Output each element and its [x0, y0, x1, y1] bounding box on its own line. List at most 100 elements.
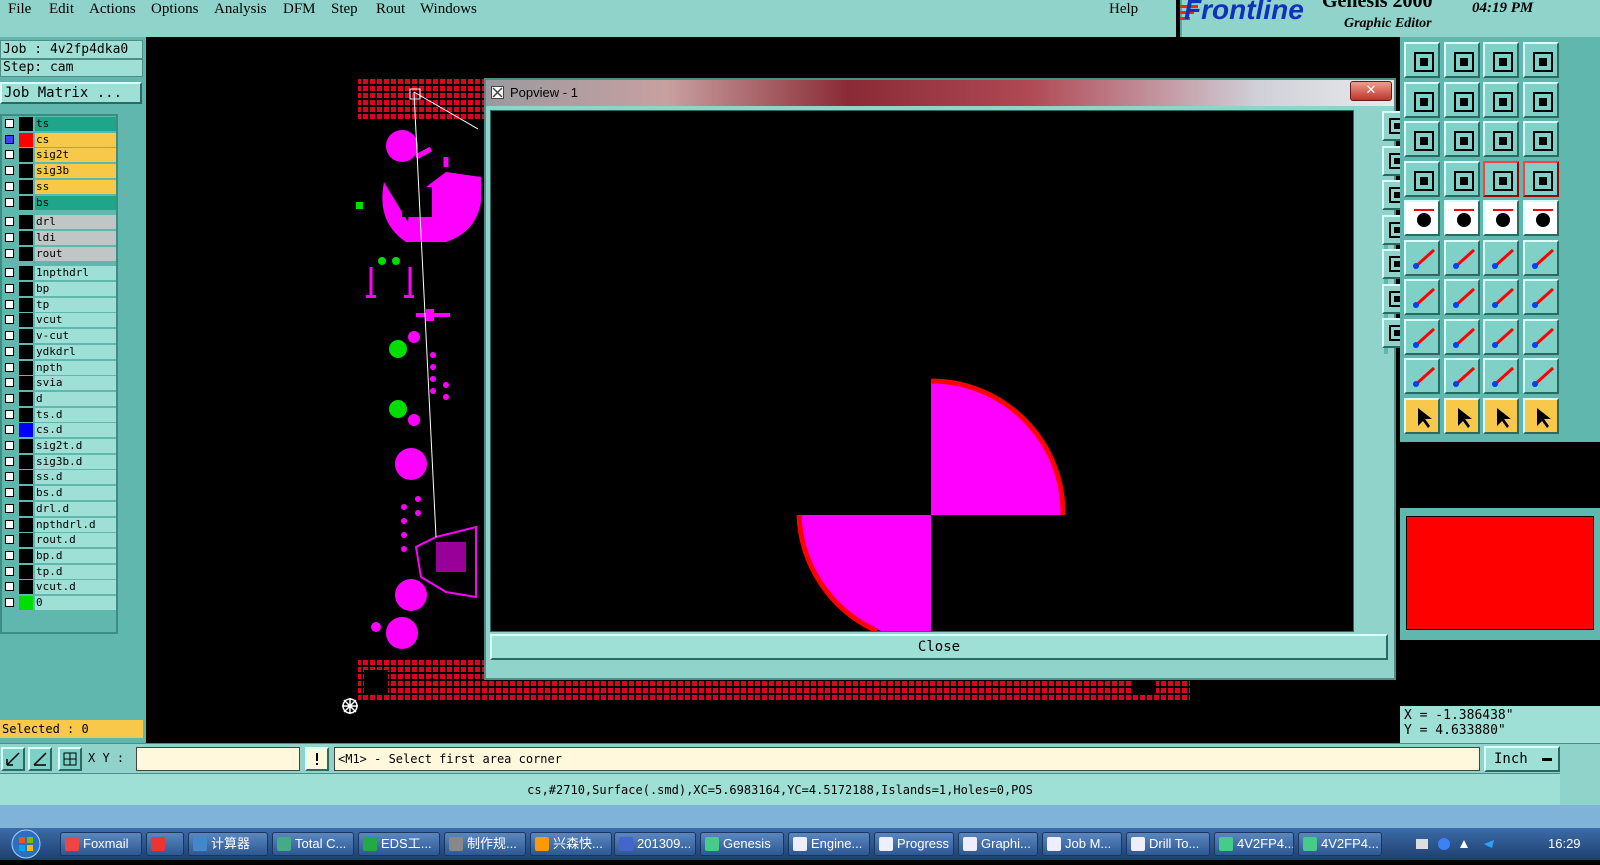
cursor-path-icon[interactable] [1522, 397, 1559, 434]
taskbar-item[interactable]: 4V2FP4... [1214, 832, 1294, 856]
layer-checkbox[interactable] [5, 488, 14, 498]
layer-name[interactable]: sig2t.d [35, 439, 116, 453]
taskbar-item[interactable]: Engine... [788, 832, 870, 856]
layer-row-drl[interactable]: drl [2, 214, 116, 230]
move-up-icon[interactable] [1404, 42, 1440, 78]
menu-step[interactable]: Step [331, 1, 358, 18]
layer-checkbox[interactable] [5, 519, 14, 529]
layer-row-ydkdrl[interactable]: ydkdrl [2, 344, 116, 360]
home-icon[interactable] [1483, 42, 1519, 78]
layer-color-swatch[interactable] [19, 313, 33, 328]
menu-options[interactable]: Options [151, 1, 199, 18]
layer-name[interactable]: vcut.d [35, 580, 116, 595]
menu-analysis[interactable]: Analysis [214, 1, 267, 18]
layer-row-0[interactable]: 0 [2, 595, 116, 611]
layer-row-bp[interactable]: bp [2, 281, 116, 297]
net-icon[interactable] [1404, 239, 1440, 276]
layer-checkbox[interactable] [5, 232, 14, 242]
layer-checkbox[interactable] [5, 346, 14, 356]
xy-input[interactable] [136, 747, 300, 771]
move-pad-icon[interactable] [1404, 318, 1440, 355]
menu-help[interactable]: Help [1109, 1, 1138, 18]
layer-row-npthdrl.d[interactable]: npthdrl.d [2, 517, 116, 533]
layer-row-d[interactable]: d [2, 391, 116, 407]
layer-name[interactable]: vcut [35, 313, 116, 328]
layer-row-ts.d[interactable]: ts.d [2, 407, 116, 423]
layer-name[interactable]: v-cut [35, 329, 116, 344]
taskbar-item[interactable]: Progress [874, 832, 954, 856]
line-red-icon[interactable] [1443, 200, 1480, 236]
job-matrix-button[interactable]: Job Matrix ... [0, 82, 142, 104]
layer-name[interactable]: npthdrl.d [35, 517, 116, 532]
move-right-icon[interactable] [1443, 81, 1480, 118]
snake-icon[interactable] [1522, 81, 1559, 118]
popview-titlebar[interactable]: Popview - 1 ✕ [486, 80, 1394, 106]
layer-checkbox[interactable] [5, 134, 14, 144]
help-icon[interactable] [1522, 121, 1559, 157]
layer-checkbox[interactable] [5, 150, 14, 160]
layer-color-swatch[interactable] [19, 391, 33, 406]
move-left-icon[interactable] [1404, 81, 1440, 118]
layer-color-swatch[interactable] [19, 179, 33, 194]
layer-row-vcut[interactable]: vcut [2, 312, 116, 328]
layer-checkbox[interactable] [5, 315, 14, 325]
layers-a-icon[interactable] [1483, 160, 1519, 197]
zoom-center-icon[interactable] [1443, 121, 1480, 157]
layer-checkbox[interactable] [5, 217, 14, 227]
unit-selector[interactable]: Inch [1484, 746, 1560, 772]
layer-name[interactable]: cs.d [35, 423, 116, 438]
angle-icon[interactable] [1404, 279, 1440, 315]
layer-row-ss[interactable]: ss [2, 179, 116, 195]
layer-color-swatch[interactable] [19, 360, 33, 375]
popview-canvas[interactable] [490, 110, 1354, 634]
layer-name[interactable]: 1npthdrl [35, 266, 116, 281]
layer-row-vcut.d[interactable]: vcut.d [2, 579, 116, 595]
layer-checkbox[interactable] [5, 284, 14, 293]
layer-checkbox[interactable] [5, 535, 14, 545]
layer-name[interactable]: cs [35, 132, 116, 147]
arc-icon[interactable] [1483, 279, 1519, 315]
layer-name[interactable]: npth [35, 360, 116, 375]
layer-color-swatch[interactable] [19, 439, 33, 453]
record-icon[interactable] [1443, 160, 1480, 197]
layer-checkbox[interactable] [5, 331, 14, 341]
layer-checkbox[interactable] [5, 409, 14, 419]
layer-row-rout.d[interactable]: rout.d [2, 532, 116, 548]
layer-checkbox[interactable] [5, 566, 14, 576]
layer-color-swatch[interactable] [19, 215, 33, 230]
resize-icon[interactable] [1483, 318, 1519, 355]
dash-icon[interactable] [1443, 318, 1480, 355]
layer-name[interactable]: bs [35, 195, 116, 210]
layer-name[interactable]: ss [35, 179, 116, 194]
measure-icon[interactable] [28, 747, 52, 771]
move-down-icon[interactable] [1443, 42, 1480, 78]
layer-row-sig2t[interactable]: sig2t [2, 147, 116, 163]
layer-row-tp[interactable]: tp [2, 297, 116, 313]
layer-name[interactable]: 0 [35, 596, 116, 610]
layer-color-swatch[interactable] [19, 454, 33, 469]
layer-checkbox[interactable] [5, 472, 14, 482]
layer-checkbox[interactable] [5, 248, 14, 258]
layer-color-swatch[interactable] [19, 564, 33, 579]
layer-color-swatch[interactable] [19, 344, 33, 359]
layer-row-ldi[interactable]: ldi [2, 230, 116, 246]
flip-icon[interactable] [1483, 81, 1519, 118]
dot-icon[interactable] [1522, 200, 1559, 236]
layer-checkbox[interactable] [5, 268, 14, 278]
ruler-icon[interactable] [1483, 200, 1519, 236]
menu-actions[interactable]: Actions [89, 1, 136, 18]
grid-icon[interactable] [58, 747, 82, 771]
diagonal-icon[interactable] [1443, 279, 1480, 315]
layer-checkbox[interactable] [5, 456, 14, 466]
layer-color-swatch[interactable] [19, 132, 33, 147]
layer-name[interactable]: d [35, 391, 116, 406]
layer-name[interactable]: ts [35, 117, 116, 131]
layer-row-1npthdrl[interactable]: 1npthdrl [2, 265, 116, 281]
taskbar-item[interactable] [146, 832, 184, 856]
taskbar-item[interactable]: 制作规... [444, 832, 526, 856]
layer-row-npth[interactable]: npth [2, 360, 116, 376]
layer-row-cs.d[interactable]: cs.d [2, 422, 116, 438]
menu-file[interactable]: File [8, 1, 31, 18]
popview-close-button[interactable]: Close [490, 634, 1388, 660]
layer-color-swatch[interactable] [19, 423, 33, 438]
